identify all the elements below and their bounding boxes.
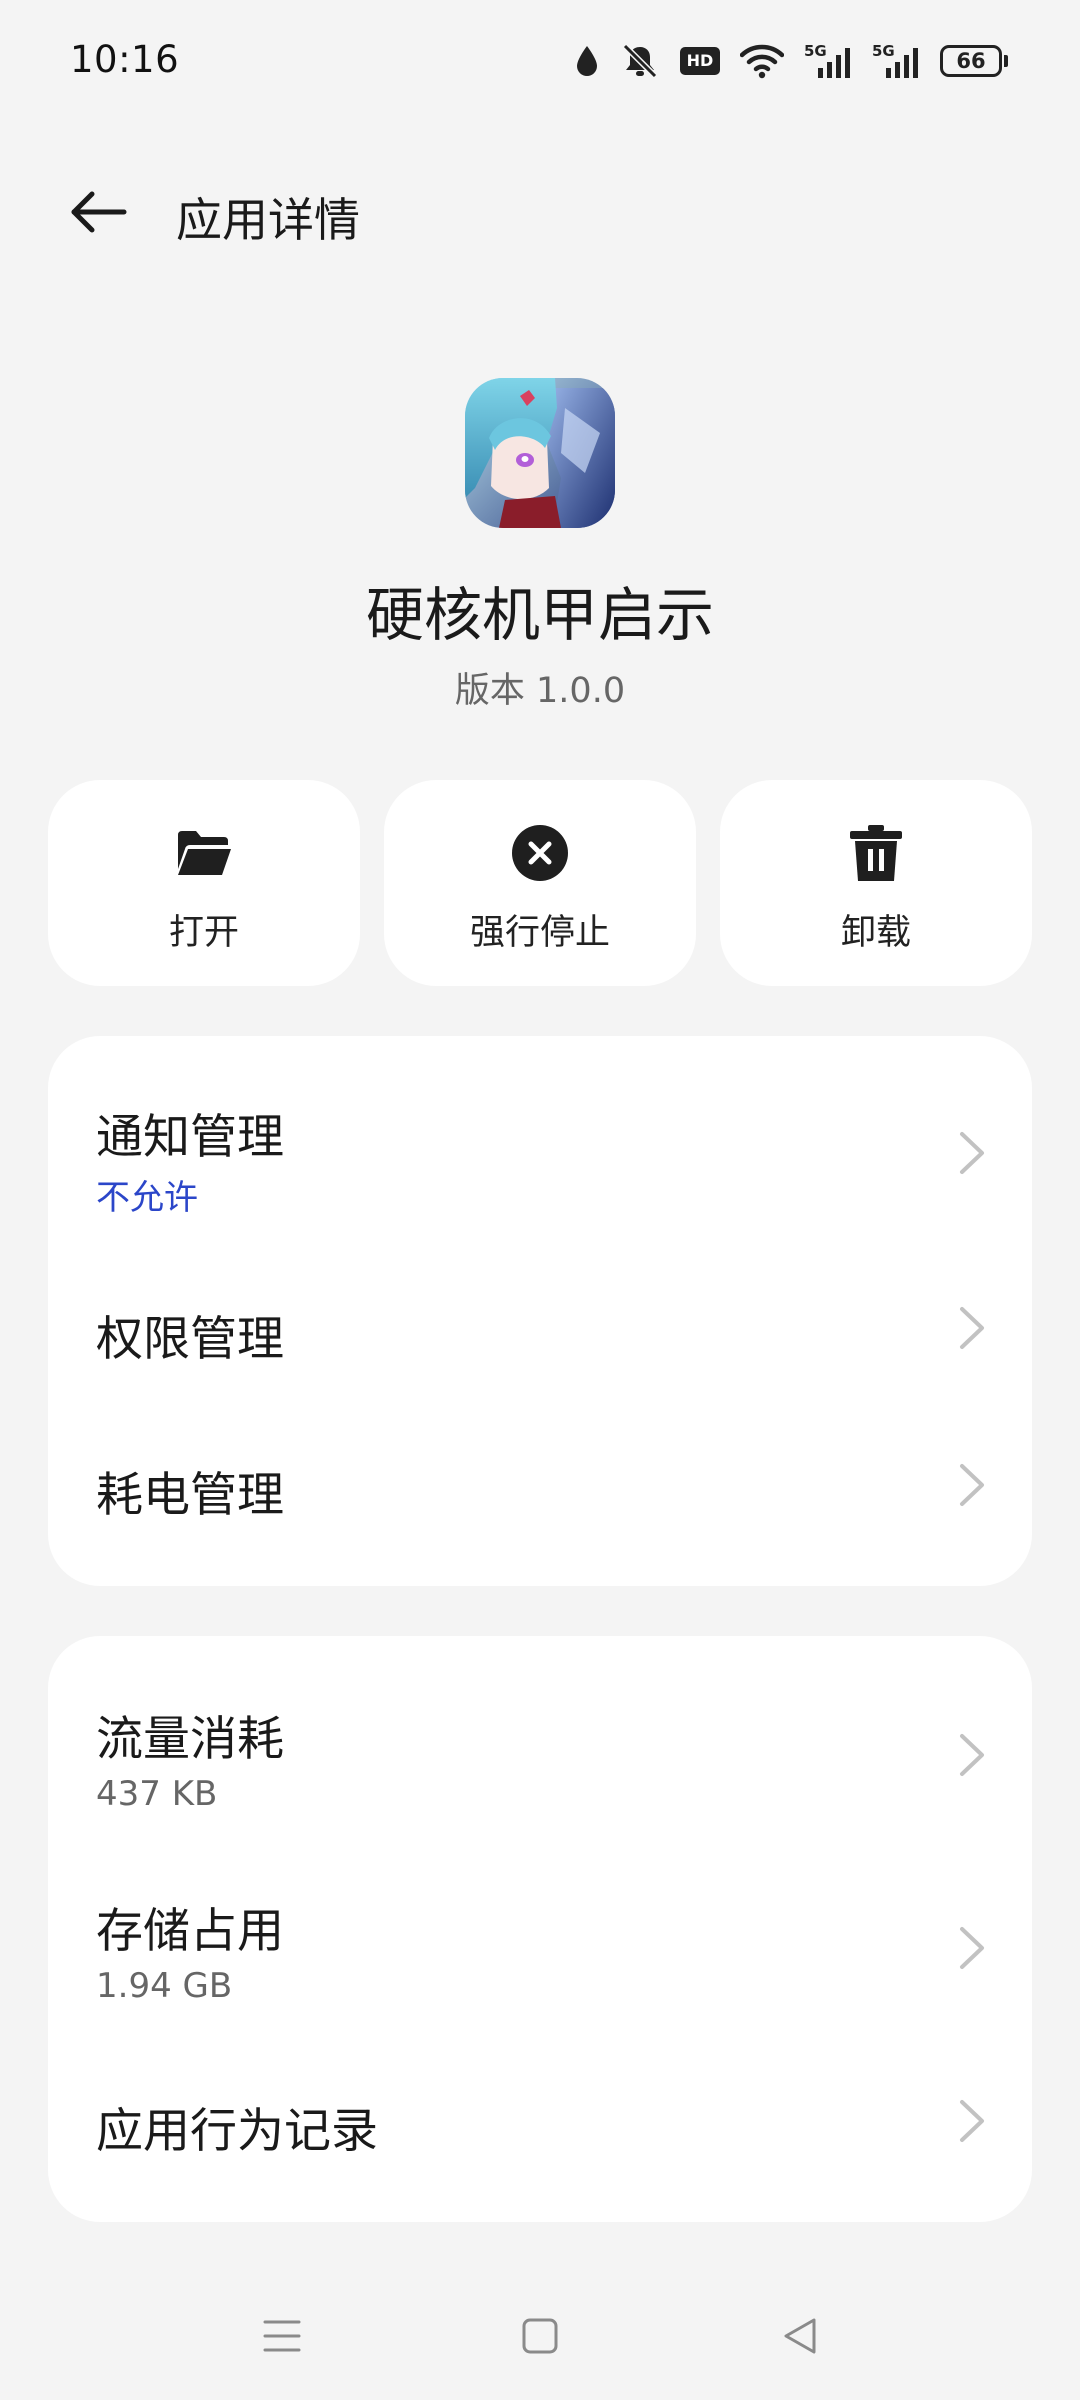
app-icon <box>465 378 615 528</box>
folder-open-icon <box>178 831 231 875</box>
system-back-button[interactable] <box>770 2306 830 2366</box>
action-buttons: 打开 强行停止 卸载 <box>48 780 1032 986</box>
open-button[interactable]: 打开 <box>48 780 360 986</box>
list-item-data-usage[interactable]: 流量消耗 437 KB <box>48 1636 1032 1836</box>
chevron-right-icon <box>960 1734 984 1776</box>
navigation-bar <box>0 2290 1080 2380</box>
list-item-battery-management[interactable]: 耗电管理 <box>48 1396 1032 1586</box>
home-button[interactable] <box>510 2306 570 2366</box>
menu-icon <box>263 2320 301 2352</box>
uninstall-label: 卸载 <box>840 913 911 953</box>
recent-apps-button[interactable] <box>252 2306 312 2366</box>
wifi-icon <box>740 44 784 79</box>
water-drop-icon <box>577 46 597 76</box>
row-title: 存储占用 <box>96 1904 284 1959</box>
chevron-right-icon <box>960 1132 984 1174</box>
battery-icon: 66 <box>940 45 1008 77</box>
row-title: 权限管理 <box>96 1312 284 1367</box>
uninstall-button[interactable]: 卸载 <box>720 780 1032 986</box>
signal-5g-icon: 5G <box>804 42 852 80</box>
list-item-storage-usage[interactable]: 存储占用 1.94 GB <box>48 1836 1032 2026</box>
trash-icon <box>850 825 902 881</box>
list-item-app-behavior-record[interactable]: 应用行为记录 <box>48 2026 1032 2222</box>
status-icons: HD 5G 5G 66 <box>574 38 1008 84</box>
status-bar: 10:16 HD 5G 5G 66 <box>0 0 1080 124</box>
row-title: 应用行为记录 <box>96 2104 378 2159</box>
back-triangle-icon <box>784 2318 816 2354</box>
chevron-right-icon <box>960 1307 984 1349</box>
back-button[interactable] <box>58 176 138 248</box>
chevron-right-icon <box>960 1927 984 1969</box>
management-card: 通知管理 不允许 权限管理 耗电管理 <box>48 1036 1032 1586</box>
row-subtitle: 不允许 <box>96 1178 198 1218</box>
battery-level: 66 <box>956 49 986 73</box>
row-title: 流量消耗 <box>96 1712 284 1767</box>
app-details-screen: 10:16 HD 5G 5G 66 应用详情 硬核机甲启示 版本 1.0.0 打… <box>0 0 1080 2400</box>
app-name: 硬核机甲启示 <box>365 581 714 649</box>
row-title: 通知管理 <box>96 1110 284 1165</box>
bell-muted-icon <box>622 43 658 79</box>
row-title: 耗电管理 <box>96 1468 284 1523</box>
hd-icon: HD <box>680 47 720 75</box>
arrow-left-icon <box>71 191 127 233</box>
chevron-right-icon <box>960 2100 984 2142</box>
page-title: 应用详情 <box>176 193 360 247</box>
open-label: 打开 <box>168 913 239 953</box>
status-time: 10:16 <box>70 38 180 81</box>
chevron-right-icon <box>960 1464 984 1506</box>
home-square-icon <box>522 2318 558 2354</box>
signal-5g-icon: 5G <box>872 42 920 80</box>
usage-card: 流量消耗 437 KB 存储占用 1.94 GB 应用行为记录 <box>48 1636 1032 2222</box>
list-item-notification-management[interactable]: 通知管理 不允许 <box>48 1036 1032 1236</box>
force-stop-button[interactable]: 强行停止 <box>384 780 696 986</box>
row-subtitle: 437 KB <box>96 1774 218 1814</box>
row-subtitle: 1.94 GB <box>96 1966 233 2006</box>
force-stop-label: 强行停止 <box>469 913 610 953</box>
close-circle-icon <box>512 825 568 881</box>
list-item-permission-management[interactable]: 权限管理 <box>48 1236 1032 1396</box>
app-version: 版本 1.0.0 <box>454 671 626 711</box>
